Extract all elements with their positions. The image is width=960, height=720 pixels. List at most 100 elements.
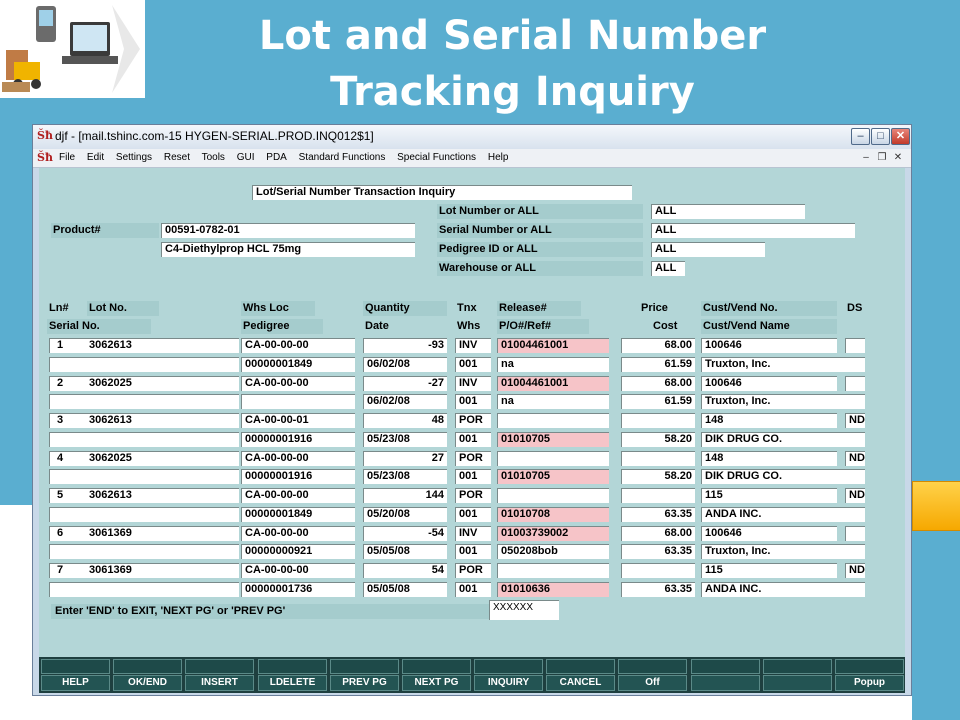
row-tnx[interactable]: POR — [455, 413, 491, 428]
row-pedigree[interactable]: 00000001849 — [241, 357, 355, 372]
mdi-minimize-button[interactable]: – — [859, 151, 873, 164]
row-quantity[interactable]: -54 — [363, 526, 447, 541]
row-po-ref[interactable]: na — [497, 394, 609, 409]
row-date[interactable]: 06/02/08 — [363, 357, 447, 372]
row-po-ref[interactable]: 01010708 — [497, 507, 609, 522]
row-whs[interactable]: 001 — [455, 582, 491, 597]
row-quantity[interactable]: -27 — [363, 376, 447, 391]
menu-edit[interactable]: Edit — [87, 152, 104, 163]
row-price[interactable]: 68.00 — [621, 338, 695, 353]
row-pedigree[interactable]: 00000001736 — [241, 582, 355, 597]
minimize-button[interactable]: – — [851, 128, 870, 145]
row-cust-vend-name[interactable]: Truxton, Inc. — [701, 357, 865, 372]
menu-reset[interactable]: Reset — [164, 152, 190, 163]
row-tnx[interactable]: INV — [455, 526, 491, 541]
row-tnx[interactable]: POR — [455, 488, 491, 503]
row-whs[interactable]: 001 — [455, 432, 491, 447]
row-price[interactable]: 68.00 — [621, 526, 695, 541]
row-whs[interactable]: 001 — [455, 469, 491, 484]
row-pedigree[interactable]: 00000001916 — [241, 469, 355, 484]
mdi-restore-button[interactable]: ❐ — [875, 151, 889, 164]
row-date[interactable]: 05/23/08 — [363, 432, 447, 447]
row-pedigree[interactable]: 00000001849 — [241, 507, 355, 522]
row-line-field[interactable] — [49, 376, 239, 391]
row-quantity[interactable]: -93 — [363, 338, 447, 353]
fkey-insert-button[interactable]: INSERT — [185, 675, 254, 691]
row-release[interactable] — [497, 563, 609, 578]
row-cost[interactable]: 58.20 — [621, 469, 695, 484]
row-price[interactable]: 68.00 — [621, 376, 695, 391]
row-cust-vend-no[interactable]: 100646 — [701, 376, 837, 391]
row-cost[interactable]: 61.59 — [621, 394, 695, 409]
row-cost[interactable]: 63.35 — [621, 582, 695, 597]
close-button[interactable]: ✕ — [891, 128, 910, 145]
row-cost[interactable]: 63.35 — [621, 507, 695, 522]
row-whs-loc[interactable]: CA-00-00-00 — [241, 376, 355, 391]
maximize-button[interactable]: □ — [871, 128, 890, 145]
fkey-help-button[interactable]: HELP — [41, 675, 110, 691]
menu-special-functions[interactable]: Special Functions — [397, 152, 476, 163]
row-serial-no[interactable] — [49, 432, 239, 447]
row-quantity[interactable]: 48 — [363, 413, 447, 428]
row-whs-loc[interactable]: CA-00-00-00 — [241, 526, 355, 541]
row-quantity[interactable]: 54 — [363, 563, 447, 578]
fkey-inquiry-button[interactable]: INQUIRY — [474, 675, 543, 691]
row-cust-vend-name[interactable]: ANDA INC. — [701, 507, 865, 522]
row-release[interactable] — [497, 488, 609, 503]
product-code-input[interactable]: 00591-0782-01 — [161, 223, 415, 238]
fkey-blank-1-button[interactable] — [691, 675, 760, 691]
row-date[interactable]: 06/02/08 — [363, 394, 447, 409]
row-ds[interactable] — [845, 338, 865, 353]
row-po-ref[interactable]: 01010705 — [497, 469, 609, 484]
row-ds[interactable] — [845, 526, 865, 541]
menu-help[interactable]: Help — [488, 152, 509, 163]
row-date[interactable]: 05/23/08 — [363, 469, 447, 484]
row-tnx[interactable]: POR — [455, 451, 491, 466]
row-serial-no[interactable] — [49, 582, 239, 597]
row-quantity[interactable]: 144 — [363, 488, 447, 503]
row-line-field[interactable] — [49, 563, 239, 578]
row-cust-vend-no[interactable]: 115 — [701, 488, 837, 503]
row-cust-vend-no[interactable]: 115 — [701, 563, 837, 578]
row-price[interactable] — [621, 563, 695, 578]
row-cust-vend-no[interactable]: 100646 — [701, 526, 837, 541]
row-ds[interactable] — [845, 376, 865, 391]
row-po-ref[interactable]: 050208bob — [497, 544, 609, 559]
row-release[interactable]: 01004461001 — [497, 338, 609, 353]
row-serial-no[interactable] — [49, 544, 239, 559]
row-whs[interactable]: 001 — [455, 507, 491, 522]
row-release[interactable] — [497, 413, 609, 428]
row-line-field[interactable] — [49, 338, 239, 353]
serial-input[interactable]: ALL — [651, 223, 855, 238]
row-tnx[interactable]: INV — [455, 338, 491, 353]
row-quantity[interactable]: 27 — [363, 451, 447, 466]
row-whs-loc[interactable]: CA-00-00-00 — [241, 563, 355, 578]
fkey-ok-end-button[interactable]: OK/END — [113, 675, 182, 691]
row-whs[interactable]: 001 — [455, 394, 491, 409]
fkey-prev-pg-button[interactable]: PREV PG — [330, 675, 399, 691]
row-cost[interactable]: 58.20 — [621, 432, 695, 447]
row-pedigree[interactable] — [241, 394, 355, 409]
fkey-next-pg-button[interactable]: NEXT PG — [402, 675, 471, 691]
row-cust-vend-name[interactable]: ANDA INC. — [701, 582, 865, 597]
row-tnx[interactable]: INV — [455, 376, 491, 391]
row-cust-vend-name[interactable]: DIK DRUG CO. — [701, 469, 865, 484]
row-date[interactable]: 05/20/08 — [363, 507, 447, 522]
fkey-cancel-button[interactable]: CANCEL — [546, 675, 615, 691]
row-whs-loc[interactable]: CA-00-00-00 — [241, 451, 355, 466]
row-cust-vend-name[interactable]: Truxton, Inc. — [701, 394, 865, 409]
row-tnx[interactable]: POR — [455, 563, 491, 578]
menu-settings[interactable]: Settings — [116, 152, 152, 163]
menu-pda[interactable]: PDA — [266, 152, 287, 163]
row-pedigree[interactable]: 00000001916 — [241, 432, 355, 447]
lot-input[interactable]: ALL — [651, 204, 805, 219]
mdi-close-button[interactable]: ✕ — [891, 151, 905, 164]
row-line-field[interactable] — [49, 526, 239, 541]
warehouse-input[interactable]: ALL — [651, 261, 685, 276]
row-whs-loc[interactable]: CA-00-00-00 — [241, 488, 355, 503]
row-ds[interactable]: ND — [845, 451, 865, 466]
pedigree-input[interactable]: ALL — [651, 242, 765, 257]
row-cust-vend-no[interactable]: 100646 — [701, 338, 837, 353]
row-release[interactable] — [497, 451, 609, 466]
fkey-ldelete-button[interactable]: LDELETE — [258, 675, 327, 691]
